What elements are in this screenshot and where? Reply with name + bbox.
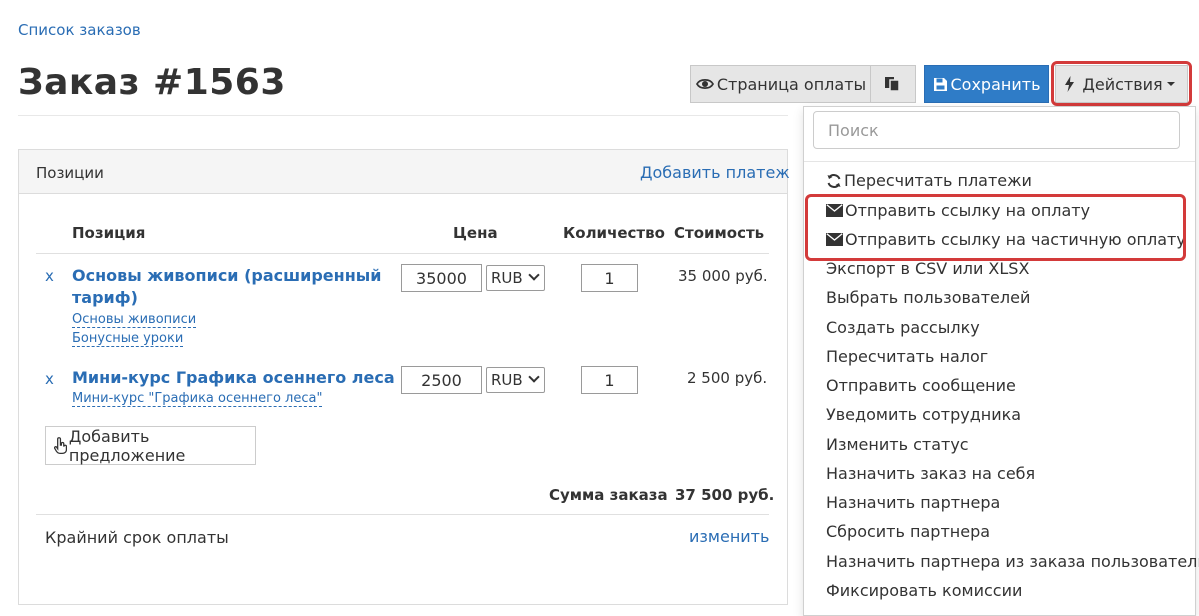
chevron-down-icon [528, 269, 540, 281]
item-sub-link[interactable]: Мини-курс "Графика осеннего леса" [72, 391, 323, 407]
price-input[interactable]: 35000 [401, 264, 482, 292]
item-sub-link[interactable]: Бонусные уроки [72, 331, 184, 347]
sum-divider [36, 514, 769, 515]
menu-item-fix-commissions[interactable]: Фиксировать комиссии [826, 581, 1022, 600]
actions-search-input[interactable]: Поиск [813, 111, 1180, 149]
menu-item-label: Создать рассылку [826, 318, 980, 337]
item-sub-link[interactable]: Основы живописи [72, 312, 197, 328]
column-header-cost: Стоимость [674, 224, 765, 242]
floppy-disk-icon [933, 77, 947, 91]
payment-page-label: Страница оплаты [716, 74, 867, 94]
remove-item-button[interactable]: x [45, 267, 54, 285]
menu-item-label: Уведомить сотрудника [826, 405, 1022, 424]
menu-item-label: Назначить партнера [826, 493, 1001, 512]
menu-item-change-status[interactable]: Изменить статус [826, 435, 969, 454]
send-links-highlight-outline [805, 194, 1186, 261]
save-label: Сохранить [950, 74, 1041, 94]
item-title-line: тариф) [72, 288, 138, 307]
item-cost: 2 500 руб. [687, 369, 768, 387]
quantity-input[interactable]: 1 [581, 264, 638, 292]
item-title-link[interactable]: Основы живописи (расширенный тариф) [72, 265, 381, 309]
menu-item-label: Назначить партнера из заказа пользовател… [826, 552, 1199, 571]
menu-item-label: Изменить статус [826, 435, 969, 454]
order-sum-value: 37 500 руб. [675, 486, 775, 504]
menu-item-recalculate-payments[interactable]: Пересчитать платежи [826, 171, 1032, 190]
menu-item-select-users[interactable]: Выбрать пользователей [826, 288, 1030, 307]
menu-item-send-message[interactable]: Отправить сообщение [826, 376, 1016, 395]
currency-select-value: RUB [491, 269, 523, 287]
column-header-price: Цена [453, 224, 498, 242]
add-payment-link[interactable]: Добавить платеж [640, 163, 790, 182]
menu-item-label: Выбрать пользователей [826, 288, 1031, 307]
hand-pointer-icon [54, 436, 67, 454]
remove-item-button[interactable]: x [45, 370, 54, 388]
refresh-icon [827, 173, 841, 188]
currency-select[interactable]: RUB [486, 265, 545, 291]
payment-deadline-label: Крайний срок оплаты [45, 528, 229, 547]
copy-icon [884, 77, 900, 92]
chevron-down-icon [528, 371, 540, 383]
menu-item-assign-partner-to-user[interactable]: Назначить партнера из заказа пользовател… [826, 552, 1199, 571]
menu-item-assign-partner[interactable]: Назначить партнера [826, 493, 1000, 512]
price-input[interactable]: 2500 [401, 366, 482, 394]
positions-panel-title: Позиции [36, 164, 104, 182]
item-title-link[interactable]: Мини-курс Графика осеннего леса [72, 367, 395, 389]
menu-item-label: Фиксировать комиссии [826, 581, 1023, 600]
menu-item-assign-to-self[interactable]: Назначить заказ на себя [826, 464, 1035, 483]
column-header-position: Позиция [72, 224, 146, 242]
menu-item-notify-employee[interactable]: Уведомить сотрудника [826, 405, 1021, 424]
add-offer-button[interactable]: Добавить предложение [45, 426, 256, 465]
dropdown-divider [804, 161, 1195, 162]
menu-item-label: Отправить сообщение [826, 376, 1016, 395]
breadcrumb-orders-list[interactable]: Список заказов [18, 21, 141, 39]
save-button[interactable]: Сохранить [924, 65, 1049, 103]
menu-item-label: Экспорт в CSV или XLSX [826, 259, 1030, 278]
menu-item-label: Назначить заказ на себя [826, 464, 1036, 483]
menu-item-create-mailing[interactable]: Создать рассылку [826, 318, 980, 337]
menu-item-label: Пересчитать платежи [844, 171, 1032, 190]
actions-highlight-outline [1051, 61, 1192, 106]
menu-item-reset-partner[interactable]: Сбросить партнера [826, 522, 990, 541]
menu-item-export[interactable]: Экспорт в CSV или XLSX [826, 259, 1029, 278]
header-divider [18, 115, 788, 116]
menu-item-recalculate-tax[interactable]: Пересчитать налог [826, 347, 988, 366]
menu-item-label: Пересчитать налог [826, 347, 989, 366]
item-cost: 35 000 руб. [678, 267, 768, 285]
table-header-divider [36, 253, 769, 254]
eye-icon [695, 78, 714, 90]
currency-select-value: RUB [491, 371, 523, 389]
payment-page-button[interactable]: Страница оплаты [690, 65, 871, 103]
copy-link-button[interactable] [870, 65, 916, 103]
currency-select[interactable]: RUB [486, 367, 545, 393]
change-deadline-link[interactable]: изменить [689, 527, 769, 546]
column-header-quantity: Количество [563, 224, 665, 242]
add-offer-label: Добавить предложение [68, 426, 186, 465]
menu-item-label: Сбросить партнера [826, 522, 991, 541]
item-title-line: Основы живописи (расширенный [72, 266, 382, 285]
page-title: Заказ #1563 [18, 62, 286, 103]
quantity-input[interactable]: 1 [581, 366, 638, 394]
order-sum-label: Сумма заказа [549, 486, 668, 504]
